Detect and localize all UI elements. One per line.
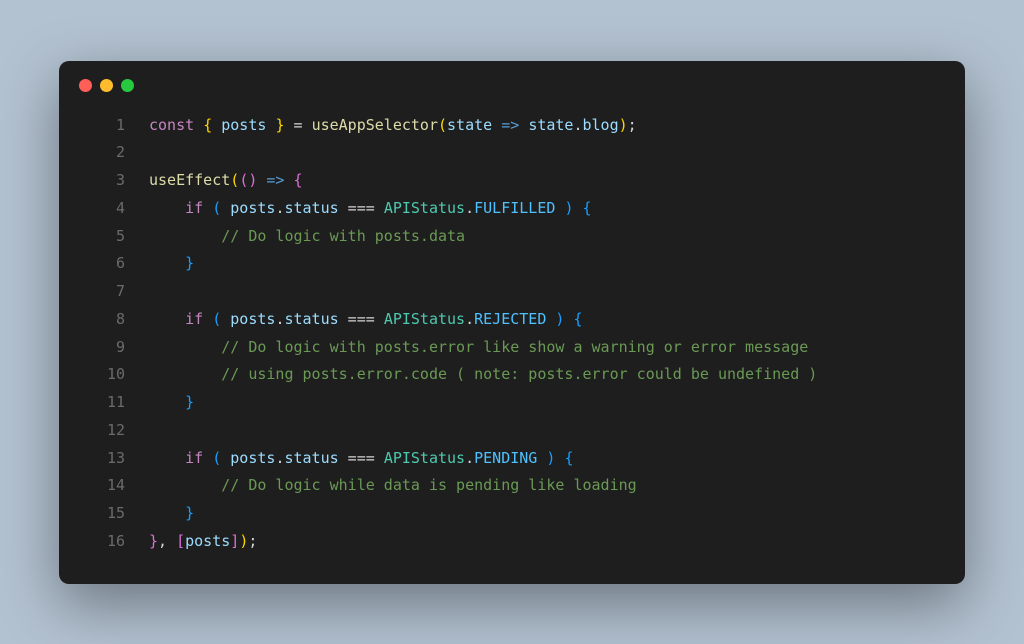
code-line: 5 // Do logic with posts.data (83, 223, 941, 251)
line-number: 13 (83, 445, 125, 473)
code-line: 6 } (83, 250, 941, 278)
code-line: 10 // using posts.error.code ( note: pos… (83, 361, 941, 389)
line-content: } (149, 500, 194, 528)
window-titlebar (59, 61, 965, 100)
line-number: 2 (83, 139, 125, 167)
line-number: 16 (83, 528, 125, 556)
line-number: 9 (83, 334, 125, 362)
code-window: 1 const { posts } = useAppSelector(state … (59, 61, 965, 584)
line-number: 15 (83, 500, 125, 528)
line-content: // Do logic with posts.data (149, 223, 465, 251)
line-content: // Do logic with posts.error like show a… (149, 334, 808, 362)
line-content: } (149, 250, 194, 278)
line-content: // Do logic while data is pending like l… (149, 472, 637, 500)
code-line: 12 (83, 417, 941, 445)
line-content: }, [posts]); (149, 528, 257, 556)
line-content: if ( posts.status === APIStatus.FULFILLE… (149, 195, 592, 223)
code-line: 13 if ( posts.status === APIStatus.PENDI… (83, 445, 941, 473)
line-number: 1 (83, 112, 125, 140)
line-number: 8 (83, 306, 125, 334)
code-line: 1 const { posts } = useAppSelector(state … (83, 112, 941, 140)
code-line: 2 (83, 139, 941, 167)
code-line: 14 // Do logic while data is pending lik… (83, 472, 941, 500)
code-editor: 1 const { posts } = useAppSelector(state … (59, 100, 965, 584)
code-line: 15 } (83, 500, 941, 528)
line-content: if ( posts.status === APIStatus.PENDING … (149, 445, 573, 473)
line-number: 5 (83, 223, 125, 251)
code-line: 7 (83, 278, 941, 306)
code-line: 16 }, [posts]); (83, 528, 941, 556)
line-number: 14 (83, 472, 125, 500)
line-content: if ( posts.status === APIStatus.REJECTED… (149, 306, 583, 334)
code-line: 4 if ( posts.status === APIStatus.FULFIL… (83, 195, 941, 223)
line-number: 7 (83, 278, 125, 306)
code-line: 9 // Do logic with posts.error like show… (83, 334, 941, 362)
code-line: 3 useEffect(() => { (83, 167, 941, 195)
line-content: useEffect(() => { (149, 167, 303, 195)
line-number: 6 (83, 250, 125, 278)
maximize-icon[interactable] (121, 79, 134, 92)
line-number: 11 (83, 389, 125, 417)
line-content: // using posts.error.code ( note: posts.… (149, 361, 817, 389)
code-line: 8 if ( posts.status === APIStatus.REJECT… (83, 306, 941, 334)
line-content: } (149, 389, 194, 417)
close-icon[interactable] (79, 79, 92, 92)
minimize-icon[interactable] (100, 79, 113, 92)
line-content: const { posts } = useAppSelector(state =… (149, 112, 637, 140)
line-number: 10 (83, 361, 125, 389)
line-number: 3 (83, 167, 125, 195)
code-line: 11 } (83, 389, 941, 417)
line-number: 12 (83, 417, 125, 445)
line-number: 4 (83, 195, 125, 223)
